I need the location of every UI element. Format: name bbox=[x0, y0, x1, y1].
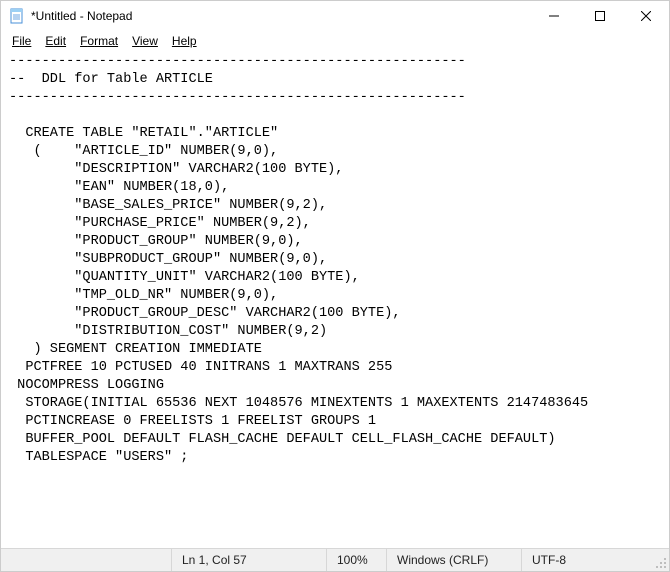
minimize-button[interactable] bbox=[531, 1, 577, 31]
titlebar: *Untitled - Notepad bbox=[1, 1, 669, 31]
window-title: *Untitled - Notepad bbox=[31, 9, 531, 23]
menu-edit[interactable]: Edit bbox=[38, 32, 73, 50]
status-line-col: Ln 1, Col 57 bbox=[171, 549, 326, 571]
resize-grip[interactable] bbox=[651, 549, 669, 571]
maximize-icon bbox=[595, 11, 605, 21]
menu-help[interactable]: Help bbox=[165, 32, 204, 50]
status-bar: Ln 1, Col 57 100% Windows (CRLF) UTF-8 bbox=[1, 548, 669, 571]
menu-bar: File Edit Format View Help bbox=[1, 31, 669, 51]
menu-file[interactable]: File bbox=[5, 32, 38, 50]
status-line-ending: Windows (CRLF) bbox=[386, 549, 521, 571]
menu-view[interactable]: View bbox=[125, 32, 165, 50]
window-controls bbox=[531, 1, 669, 31]
menu-format[interactable]: Format bbox=[73, 32, 125, 50]
minimize-icon bbox=[549, 11, 559, 21]
close-button[interactable] bbox=[623, 1, 669, 31]
notepad-icon bbox=[9, 8, 25, 24]
status-spacer bbox=[1, 549, 171, 571]
resize-grip-icon bbox=[655, 557, 667, 569]
status-zoom: 100% bbox=[326, 549, 386, 571]
close-icon bbox=[641, 11, 651, 21]
status-encoding: UTF-8 bbox=[521, 549, 651, 571]
text-editor[interactable]: ----------------------------------------… bbox=[1, 51, 669, 548]
maximize-button[interactable] bbox=[577, 1, 623, 31]
